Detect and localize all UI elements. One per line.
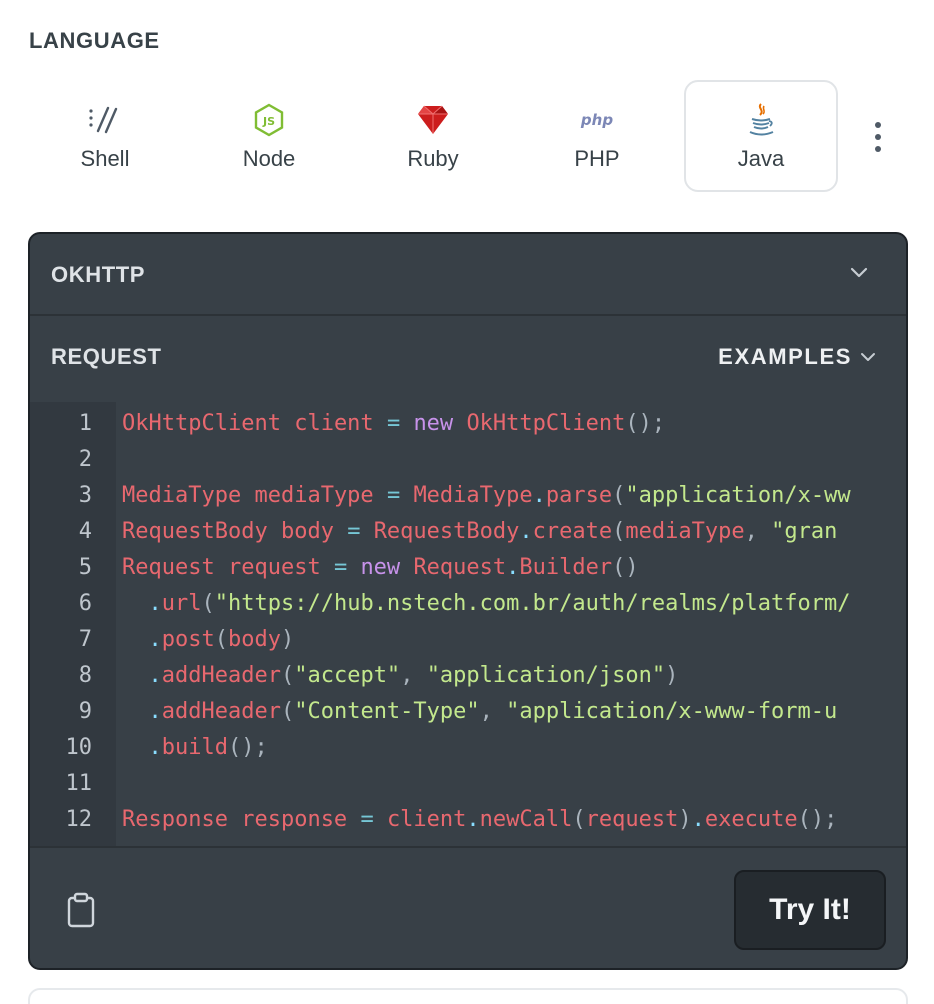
line-number: 5 — [78, 555, 92, 580]
vertical-dots-icon — [875, 122, 881, 128]
tab-shell[interactable]: Shell — [28, 80, 182, 192]
code-text: .url("https://hub.nstech.com.br/auth/rea… — [148, 591, 851, 616]
code-editor[interactable]: 1 OkHttpClient client = new OkHttpClient(… — [30, 402, 906, 846]
library-name: OKHTTP — [51, 262, 146, 287]
library-selector[interactable]: OKHTTP — [30, 234, 906, 316]
tab-php[interactable]: php PHP — [520, 80, 674, 192]
dot — [875, 134, 881, 140]
examples-dropdown[interactable]: EXAMPLES — [718, 344, 876, 370]
line-number: 10 — [65, 735, 93, 760]
line-number: 6 — [78, 591, 92, 616]
code-line: 7 .post(body) — [30, 622, 906, 658]
line-number: 9 — [78, 699, 92, 724]
examples-label: EXAMPLES — [718, 344, 852, 369]
tab-node[interactable]: JS Node — [192, 80, 346, 192]
php-icon: php — [577, 100, 617, 140]
code-text: MediaType mediaType = MediaType.parse("a… — [122, 483, 851, 508]
code-line: 5 Request request = new Request.Builder() — [30, 550, 906, 586]
language-tabs: Shell JS Node Ruby php PHP Java — [28, 80, 908, 192]
code-line: 12 Response response = client.newCall(req… — [30, 802, 906, 838]
code-text: .post(body) — [148, 627, 295, 652]
code-text: RequestBody body = RequestBody.create(me… — [122, 519, 838, 544]
java-icon — [746, 100, 776, 140]
line-number: 7 — [78, 627, 92, 652]
code-line: 6 .url("https://hub.nstech.com.br/auth/r… — [30, 586, 906, 622]
code-line: 3 MediaType mediaType = MediaType.parse("… — [30, 478, 906, 514]
line-number: 2 — [78, 447, 92, 472]
tab-java[interactable]: Java — [684, 80, 838, 192]
tab-label: Shell — [80, 146, 130, 171]
code-text: Response response = client.newCall(reque… — [122, 807, 838, 832]
more-languages-button[interactable] — [862, 120, 894, 154]
code-line: 2 — [30, 442, 906, 478]
line-number: 8 — [78, 663, 92, 688]
language-heading: LANGUAGE — [29, 28, 160, 53]
code-text: .addHeader("accept", "application/json") — [148, 663, 679, 688]
request-label: REQUEST — [51, 344, 162, 369]
code-text: .build(); — [148, 735, 268, 760]
code-line: 8 .addHeader("accept", "application/json… — [30, 658, 906, 694]
next-card — [28, 988, 908, 1004]
code-card: OKHTTP REQUEST EXAMPLES 1 OkHttpClient cl… — [28, 232, 908, 970]
try-it-button[interactable]: Try It! — [734, 870, 886, 950]
line-number: 3 — [78, 483, 92, 508]
chevron-down-icon — [850, 266, 868, 284]
tab-label: Java — [737, 146, 785, 171]
code-line: 4 RequestBody body = RequestBody.create(m… — [30, 514, 906, 550]
nodejs-icon: JS — [254, 100, 284, 140]
line-number: 11 — [65, 771, 93, 796]
line-number: 12 — [65, 807, 93, 832]
code-line: 10 .build(); — [30, 730, 906, 766]
code-text: OkHttpClient client = new OkHttpClient()… — [122, 411, 666, 436]
code-line: 11 — [30, 766, 906, 802]
code-line: 1 OkHttpClient client = new OkHttpClient(… — [30, 406, 906, 442]
shell-icon — [88, 100, 122, 140]
code-card-footer: Try It! — [30, 846, 906, 968]
code-text: .addHeader("Content-Type", "application/… — [148, 699, 838, 724]
dot — [875, 146, 881, 152]
line-number: 1 — [78, 411, 92, 436]
tab-label: Node — [242, 146, 296, 171]
request-bar: REQUEST EXAMPLES — [30, 318, 906, 398]
chevron-down-icon — [861, 353, 875, 361]
tab-label: Ruby — [407, 146, 459, 171]
ruby-icon — [416, 100, 450, 140]
tab-label: PHP — [574, 146, 620, 171]
svg-text:php: php — [580, 111, 613, 129]
clipboard-icon[interactable] — [66, 892, 96, 928]
tab-ruby[interactable]: Ruby — [356, 80, 510, 192]
code-line: 9 .addHeader("Content-Type", "applicatio… — [30, 694, 906, 730]
line-number: 4 — [78, 519, 92, 544]
svg-text:JS: JS — [262, 115, 275, 128]
code-text: Request request = new Request.Builder() — [122, 555, 639, 580]
